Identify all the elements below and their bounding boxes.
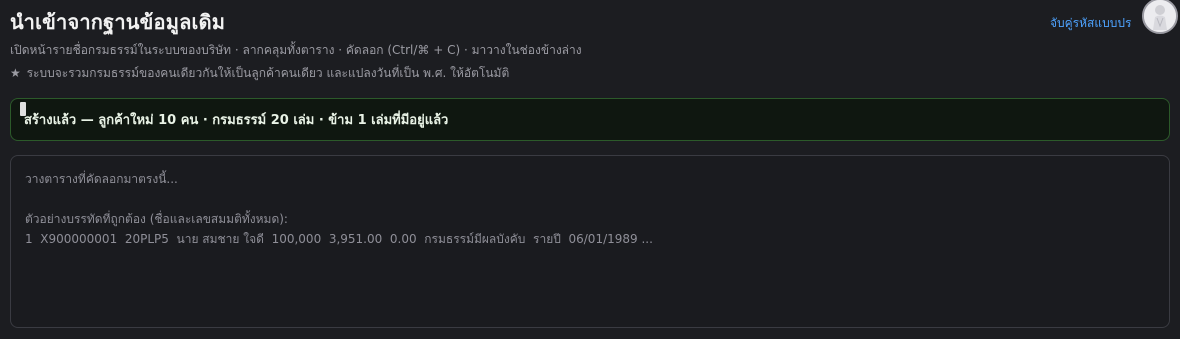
paste-textarea[interactable]: วางตารางที่คัดลอกมาตรงนี้... ตัวอย่างบรร… bbox=[10, 155, 1170, 328]
match-code-link[interactable]: จับคู่รหัสแบบประ bbox=[1050, 14, 1132, 33]
paste-blank-line bbox=[25, 189, 1155, 209]
paste-placeholder-line: วางตารางที่คัดลอกมาตรงนี้... bbox=[25, 172, 178, 186]
avatar[interactable] bbox=[1142, 0, 1178, 34]
page-header: นำเข้าจากฐานข้อมูลเดิม จับคู่รหัสแบบประ bbox=[10, 0, 1178, 40]
paste-example-row: 1 X900000001 20PLP5 นาย สมชาย ใจดี 100,0… bbox=[25, 232, 653, 246]
page-title: นำเข้าจากฐานข้อมูลเดิม bbox=[10, 10, 226, 34]
import-page: นำเข้าจากฐานข้อมูลเดิม จับคู่รหัสแบบประ … bbox=[0, 0, 1180, 339]
instructions-text: เปิดหน้ารายชื่อกรมธรรม์ในระบบของบริษัท ·… bbox=[10, 43, 582, 57]
paste-example-heading: ตัวอย่างบรรทัดที่ถูกต้อง (ชื่อและเลขสมมต… bbox=[25, 212, 288, 226]
success-banner-text: สร้างแล้ว — ลูกค้าใหม่ 10 คน · กรมธรรม์ … bbox=[24, 113, 449, 128]
merge-note-text: ระบบจะรวมกรมธรรม์ของคนเดียวกันให้เป็นลูก… bbox=[26, 66, 510, 80]
success-banner: สร้างแล้ว — ลูกค้าใหม่ 10 คน · กรมธรรม์ … bbox=[10, 98, 1170, 141]
star-icon: ★ bbox=[10, 66, 21, 80]
text-cursor-marker bbox=[20, 102, 26, 116]
avatar-person-icon bbox=[1144, 0, 1176, 32]
merge-note: ★ ระบบจะรวมกรมธรรม์ของคนเดียวกันให้เป็นล… bbox=[10, 64, 1170, 82]
